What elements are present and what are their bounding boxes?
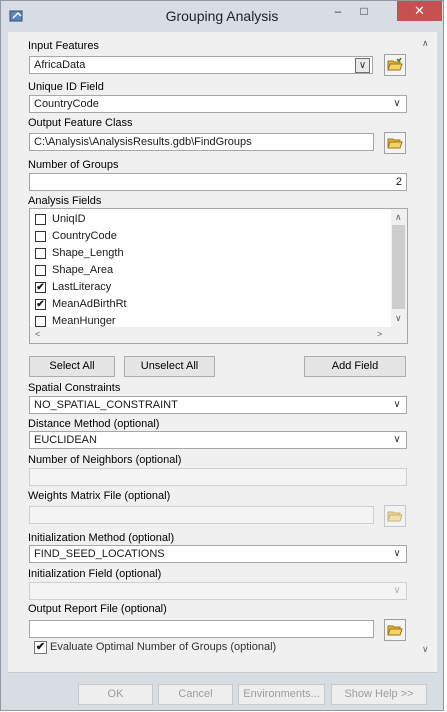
unique-id-label: Unique ID Field bbox=[28, 81, 104, 93]
chevron-down-icon[interactable]: ∨ bbox=[390, 547, 404, 561]
distance-method-value: EUCLIDEAN bbox=[34, 434, 97, 446]
open-folder-icon bbox=[387, 57, 403, 71]
input-features-value: AfricaData bbox=[34, 59, 86, 71]
environments-button[interactable]: Environments... bbox=[238, 684, 325, 705]
initialization-field-label: Initialization Field (optional) bbox=[28, 568, 162, 580]
initialization-method-value: FIND_SEED_LOCATIONS bbox=[34, 548, 165, 560]
maximize-button[interactable]: □ bbox=[351, 1, 377, 21]
number-of-groups-input[interactable]: 2 bbox=[29, 173, 407, 191]
output-report-browse-button[interactable] bbox=[384, 619, 406, 641]
distance-method-label: Distance Method (optional) bbox=[28, 418, 160, 430]
output-feature-class-input[interactable]: C:\Analysis\AnalysisResults.gdb\FindGrou… bbox=[29, 133, 374, 151]
input-features-label: Input Features bbox=[28, 40, 99, 52]
analysis-field-label: Shape_Area bbox=[52, 264, 114, 276]
chevron-down-icon[interactable]: ∨ bbox=[390, 398, 404, 412]
weights-matrix-label: Weights Matrix File (optional) bbox=[28, 490, 171, 502]
open-folder-icon bbox=[387, 625, 403, 636]
chevron-down-icon[interactable]: ∨ bbox=[355, 58, 370, 73]
analysis-field-checkbox[interactable]: ✔ bbox=[35, 282, 46, 293]
scroll-down-icon[interactable]: ∨ bbox=[395, 313, 402, 324]
panel-vertical-scrollbar[interactable]: ∧ ∨ bbox=[418, 32, 435, 672]
output-feature-class-browse-button[interactable] bbox=[384, 132, 406, 154]
show-help-button[interactable]: Show Help >> bbox=[331, 684, 427, 705]
unique-id-value: CountryCode bbox=[34, 98, 99, 110]
analysis-field-checkbox[interactable] bbox=[35, 248, 46, 259]
scroll-thumb[interactable] bbox=[392, 225, 405, 309]
analysis-field-label: MeanAdBirthRt bbox=[52, 298, 127, 310]
select-all-button[interactable]: Select All bbox=[29, 356, 115, 377]
scrollbar-corner bbox=[391, 327, 407, 343]
unique-id-select[interactable]: CountryCode ∨ bbox=[29, 95, 407, 113]
analysis-field-label: CountryCode bbox=[52, 230, 117, 242]
close-button[interactable]: ✕ bbox=[397, 1, 442, 21]
unselect-all-button[interactable]: Unselect All bbox=[124, 356, 215, 377]
spatial-constraints-select[interactable]: NO_SPATIAL_CONSTRAINT ∨ bbox=[29, 396, 407, 414]
analysis-field-checkbox[interactable] bbox=[35, 316, 46, 327]
number-of-neighbors-input[interactable] bbox=[29, 468, 407, 486]
weights-matrix-input[interactable] bbox=[29, 506, 374, 524]
title-bar[interactable]: Grouping Analysis – □ ✕ bbox=[1, 1, 443, 33]
number-of-groups-label: Number of Groups bbox=[28, 159, 119, 171]
analysis-field-checkbox[interactable]: ✔ bbox=[35, 299, 46, 310]
analysis-field-item[interactable]: Shape_Area bbox=[35, 263, 391, 279]
open-folder-icon bbox=[387, 511, 403, 522]
analysis-field-item[interactable]: UniqID bbox=[35, 212, 391, 228]
initialization-method-select[interactable]: FIND_SEED_LOCATIONS ∨ bbox=[29, 545, 407, 563]
minimize-button[interactable]: – bbox=[325, 1, 351, 21]
spatial-constraints-label: Spatial Constraints bbox=[28, 382, 121, 394]
scroll-down-icon[interactable]: ∨ bbox=[422, 644, 429, 655]
analysis-field-label: LastLiteracy bbox=[52, 281, 112, 293]
chevron-down-icon[interactable]: ∨ bbox=[390, 584, 404, 598]
analysis-field-checkbox[interactable] bbox=[35, 265, 46, 276]
weights-matrix-browse-button[interactable] bbox=[384, 505, 406, 527]
initialization-field-select[interactable]: ∨ bbox=[29, 582, 407, 600]
ok-button[interactable]: OK bbox=[78, 684, 153, 705]
input-features-browse-button[interactable] bbox=[384, 54, 406, 76]
analysis-fields-label: Analysis Fields bbox=[28, 195, 102, 207]
output-report-input[interactable] bbox=[29, 620, 374, 638]
open-folder-icon bbox=[387, 138, 403, 149]
analysis-field-item[interactable]: ✔ MeanAdBirthRt bbox=[35, 297, 391, 313]
analysis-fields-list[interactable]: UniqID CountryCode Shape_Length Shape_Area ✔… bbox=[29, 208, 408, 344]
scroll-right-icon[interactable]: > bbox=[377, 329, 382, 339]
input-features-select[interactable]: AfricaData ∨ bbox=[29, 56, 373, 74]
analysis-field-label: MeanHunger bbox=[52, 315, 116, 327]
analysis-field-item[interactable]: CountryCode bbox=[35, 229, 391, 245]
initialization-method-label: Initialization Method (optional) bbox=[28, 532, 175, 544]
footer-divider bbox=[8, 672, 437, 673]
list-horizontal-scrollbar[interactable]: < > bbox=[30, 327, 391, 343]
chevron-down-icon[interactable]: ∨ bbox=[390, 97, 404, 111]
add-field-button[interactable]: Add Field bbox=[304, 356, 406, 377]
chevron-down-icon[interactable]: ∨ bbox=[390, 433, 404, 447]
output-report-label: Output Report File (optional) bbox=[28, 603, 167, 615]
analysis-field-label: UniqID bbox=[52, 213, 86, 225]
parameters-panel: Input Features AfricaData ∨ Unique ID Fi… bbox=[8, 32, 418, 672]
analysis-field-item[interactable]: ✔ LastLiteracy bbox=[35, 280, 391, 296]
number-of-neighbors-label: Number of Neighbors (optional) bbox=[28, 454, 182, 466]
analysis-field-checkbox[interactable] bbox=[35, 214, 46, 225]
evaluate-optimal-label: Evaluate Optimal Number of Groups (optio… bbox=[50, 641, 277, 653]
analysis-field-checkbox[interactable] bbox=[35, 231, 46, 242]
analysis-field-label: Shape_Length bbox=[52, 247, 124, 259]
output-feature-class-label: Output Feature Class bbox=[28, 117, 133, 129]
evaluate-optimal-checkbox[interactable]: ✔ bbox=[34, 641, 47, 654]
scroll-up-icon[interactable]: ∧ bbox=[395, 212, 402, 223]
scroll-up-icon[interactable]: ∧ bbox=[422, 38, 429, 49]
scroll-left-icon[interactable]: < bbox=[35, 329, 40, 339]
spatial-constraints-value: NO_SPATIAL_CONSTRAINT bbox=[34, 399, 178, 411]
list-vertical-scrollbar[interactable]: ∧ ∨ bbox=[391, 209, 407, 327]
cancel-button[interactable]: Cancel bbox=[158, 684, 233, 705]
analysis-field-item[interactable]: Shape_Length bbox=[35, 246, 391, 262]
distance-method-select[interactable]: EUCLIDEAN ∨ bbox=[29, 431, 407, 449]
